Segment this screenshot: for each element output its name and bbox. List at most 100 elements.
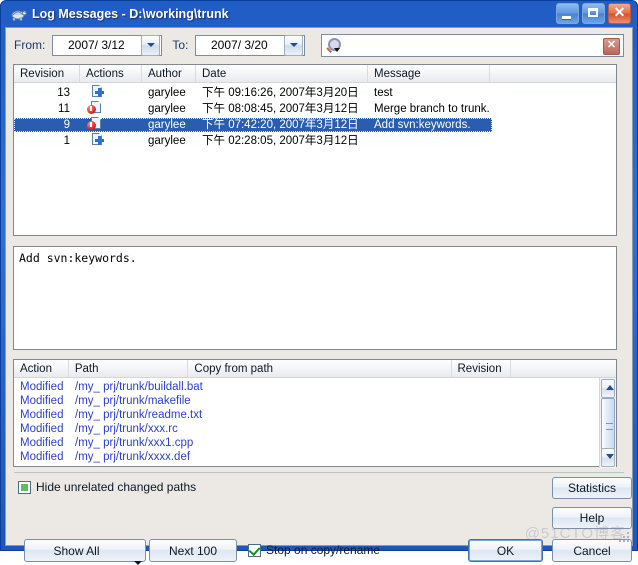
to-date-combo[interactable]: 2007/ 3/20 bbox=[195, 34, 306, 56]
log-col-date[interactable]: Date bbox=[196, 65, 368, 82]
paths-col-revision[interactable]: Revision bbox=[452, 360, 512, 377]
checkbox-checked-icon[interactable] bbox=[248, 543, 261, 557]
title-bar[interactable]: Log Messages - D:\working\trunk ✕ bbox=[5, 1, 633, 27]
row-actions bbox=[80, 132, 142, 150]
log-list-header: Revision Actions Author Date Message bbox=[14, 65, 616, 83]
list-item[interactable]: Modified /my_ prj/trunk/xxx1.cpp bbox=[14, 436, 616, 450]
search-icon[interactable] bbox=[325, 36, 345, 55]
from-date-value: 2007/ 3/12 bbox=[67, 38, 125, 52]
window-title: Log Messages - D:\working\trunk bbox=[32, 7, 229, 21]
table-row[interactable]: 1 garylee 下午 02:28:05, 2007年3月12日 bbox=[14, 132, 616, 150]
changed-paths-list[interactable]: Action Path Copy from path Revision Modi… bbox=[13, 359, 617, 468]
paths-list-header: Action Path Copy from path Revision bbox=[14, 360, 616, 378]
log-message-list[interactable]: Revision Actions Author Date Message 13 … bbox=[13, 64, 617, 236]
help-label: Help bbox=[579, 511, 605, 525]
log-col-revision[interactable]: Revision bbox=[14, 65, 80, 82]
resize-grip[interactable] bbox=[617, 530, 629, 542]
to-label: To: bbox=[172, 38, 189, 52]
from-date-chevron-down-icon[interactable] bbox=[141, 34, 161, 56]
path-action: Modified bbox=[20, 381, 64, 393]
path-value: /my_ prj/trunk/xxxx.def bbox=[75, 451, 191, 463]
table-row[interactable]: 11 garylee 下午 08:08:45, 2007年3月12日 Merge… bbox=[14, 100, 616, 116]
list-item[interactable]: Modified /my_ prj/trunk/xxxx.def bbox=[14, 450, 616, 464]
paths-col-spacer[interactable] bbox=[511, 360, 599, 377]
list-item[interactable]: Modified /my_ prj/trunk/makefile bbox=[14, 394, 616, 408]
row-author: garylee bbox=[148, 87, 186, 99]
paths-col-action[interactable]: Action bbox=[14, 360, 69, 377]
checkbox-indeterminate-icon[interactable] bbox=[18, 480, 31, 494]
filter-bar: From: 2007/ 3/12 To: 2007/ 3/20 ✕ bbox=[6, 28, 632, 62]
table-row[interactable]: 9 garylee 下午 07:42:20, 2007年3月12日 Add sv… bbox=[14, 116, 492, 134]
maximize-icon bbox=[588, 8, 598, 17]
added-file-icon bbox=[90, 132, 104, 146]
minimize-button[interactable] bbox=[556, 3, 579, 24]
log-col-message[interactable]: Message bbox=[368, 65, 490, 82]
statistics-label: Statistics bbox=[567, 481, 616, 495]
paths-col-copy-from[interactable]: Copy from path bbox=[188, 360, 452, 377]
row-message: Merge branch to trunk. bbox=[374, 103, 490, 115]
close-button[interactable]: ✕ bbox=[608, 3, 631, 24]
row-revision: 9 bbox=[63, 119, 70, 131]
commit-message-box[interactable]: Add svn:keywords. bbox=[13, 246, 617, 350]
from-date-combo[interactable]: 2007/ 3/12 bbox=[52, 34, 163, 56]
paths-list-body: Modified /my_ prj/trunk/buildall.bat Mod… bbox=[14, 378, 616, 468]
row-message: Add svn:keywords. bbox=[374, 119, 471, 131]
row-date: 下午 07:42:20, 2007年3月12日 bbox=[202, 119, 359, 131]
list-item[interactable]: Modified /my_ prj/trunk/readme.txt bbox=[14, 408, 616, 422]
statistics-button[interactable]: Statistics bbox=[552, 477, 632, 499]
row-date: 下午 08:08:45, 2007年3月12日 bbox=[202, 103, 359, 115]
paths-col-path[interactable]: Path bbox=[69, 360, 189, 377]
list-item[interactable]: Modified /my_ prj/trunk/buildall.bat bbox=[14, 380, 616, 394]
hide-unrelated-checkbox[interactable]: Hide unrelated changed paths bbox=[18, 480, 196, 494]
log-col-author[interactable]: Author bbox=[142, 65, 196, 82]
list-item[interactable]: Modified /my_ prj/trunk/xxx.rc bbox=[14, 422, 616, 436]
divider bbox=[14, 472, 624, 473]
clear-search-icon[interactable]: ✕ bbox=[603, 37, 620, 55]
path-value: /my_ prj/trunk/xxx.rc bbox=[75, 423, 178, 435]
minimize-icon bbox=[562, 16, 571, 19]
row-revision: 11 bbox=[58, 103, 70, 115]
log-messages-window: Log Messages - D:\working\trunk ✕ From: … bbox=[0, 0, 638, 565]
modified-property-icon bbox=[86, 100, 101, 114]
path-value: /my_ prj/trunk/makefile bbox=[75, 395, 191, 407]
row-actions bbox=[80, 116, 142, 134]
path-value: /my_ prj/trunk/buildall.bat bbox=[75, 381, 203, 393]
path-value: /my_ prj/trunk/xxx1.cpp bbox=[75, 437, 194, 449]
table-row[interactable]: 13 garylee 下午 09:16:26, 2007年3月20日 test bbox=[14, 84, 616, 102]
row-author: garylee bbox=[148, 103, 186, 115]
from-label: From: bbox=[14, 38, 46, 52]
scrollbar-thumb[interactable] bbox=[601, 398, 615, 454]
close-icon: ✕ bbox=[613, 4, 626, 20]
path-value: /my_ prj/trunk/readme.txt bbox=[75, 409, 203, 421]
dialog-client-area: From: 2007/ 3/12 To: 2007/ 3/20 ✕ Revisi… bbox=[5, 27, 633, 565]
row-author: garylee bbox=[148, 119, 186, 131]
to-date-chevron-down-icon[interactable] bbox=[284, 34, 304, 56]
path-action: Modified bbox=[20, 423, 64, 435]
log-col-spacer[interactable] bbox=[490, 65, 616, 82]
row-date: 下午 02:28:05, 2007年3月12日 bbox=[202, 135, 359, 147]
paths-vertical-scrollbar[interactable] bbox=[599, 378, 616, 468]
search-input[interactable] bbox=[345, 37, 623, 53]
search-box[interactable]: ✕ bbox=[321, 33, 624, 57]
row-revision: 13 bbox=[57, 87, 70, 99]
row-date: 下午 09:16:26, 2007年3月20日 bbox=[202, 87, 359, 99]
stop-on-copy-label: Stop on copy/rename bbox=[266, 543, 381, 557]
stop-on-copy-checkbox[interactable]: Stop on copy/rename bbox=[248, 543, 380, 557]
path-action: Modified bbox=[20, 451, 64, 463]
row-message: test bbox=[374, 87, 393, 99]
added-file-icon bbox=[90, 84, 104, 98]
path-action: Modified bbox=[20, 437, 64, 449]
scroll-down-icon[interactable] bbox=[601, 448, 615, 467]
scroll-up-icon[interactable] bbox=[601, 379, 615, 398]
row-revision: 1 bbox=[63, 135, 70, 147]
hide-unrelated-label: Hide unrelated changed paths bbox=[36, 480, 197, 494]
maximize-button[interactable] bbox=[582, 3, 605, 24]
row-actions bbox=[80, 84, 142, 102]
commit-message-text[interactable]: Add svn:keywords. bbox=[14, 247, 616, 269]
help-button[interactable]: Help bbox=[552, 507, 632, 529]
tortoise-icon bbox=[9, 6, 27, 22]
path-action: Modified bbox=[20, 395, 64, 407]
log-list-body: 13 garylee 下午 09:16:26, 2007年3月20日 test … bbox=[14, 83, 616, 238]
path-action: Modified bbox=[20, 409, 64, 421]
log-col-actions[interactable]: Actions bbox=[80, 65, 142, 82]
